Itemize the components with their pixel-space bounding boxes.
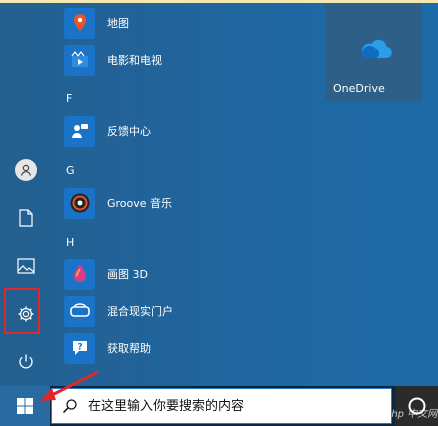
pictures-button[interactable] [7,247,45,285]
windows-start-button[interactable] [0,386,50,426]
user-account-button[interactable] [7,151,45,189]
app-label: 画图 3D [107,268,148,281]
document-icon [19,209,33,227]
map-pin-icon [64,7,95,39]
app-paint-3d[interactable]: 画图 3D [64,256,314,292]
headset-icon [64,295,95,327]
documents-button[interactable] [7,199,45,237]
app-feedback-hub[interactable]: 反馈中心 [64,113,314,149]
power-icon [19,354,33,369]
help-chat-icon: ? [64,332,95,364]
taskbar-search-box[interactable] [51,388,392,424]
power-button[interactable] [7,343,45,381]
app-maps[interactable]: 地图 [64,5,314,41]
search-icon [62,399,77,414]
film-play-icon [64,44,95,76]
section-header-h: H [66,236,75,249]
onedrive-tile[interactable]: OneDrive [325,3,422,101]
search-input[interactable] [86,397,380,415]
section-header-g: G [66,164,75,177]
app-movies-tv[interactable]: 电影和电视 [64,42,314,78]
paint-drop-icon [64,258,95,290]
app-get-help[interactable]: ? 获取帮助 [64,330,314,366]
tile-label: OneDrive [333,82,385,95]
feedback-person-icon [64,115,95,147]
settings-highlight-box [4,288,40,334]
app-groove-music[interactable]: Groove 音乐 [64,185,314,221]
section-header-f: F [66,92,73,105]
app-label: 获取帮助 [107,342,151,355]
app-label: 反馈中心 [107,125,151,138]
windows-logo-icon [17,398,33,414]
app-label: 地图 [107,17,129,30]
app-mixed-reality-portal[interactable]: 混合现实门户 [64,293,314,329]
app-label: Groove 音乐 [107,197,173,210]
pictures-icon [17,258,35,274]
svg-text:?: ? [77,343,82,353]
app-label: 电影和电视 [107,54,162,67]
groove-disc-icon [64,187,95,219]
watermark: php 中文网 [385,409,438,420]
user-avatar-icon [15,159,37,181]
app-label: 混合现实门户 [107,305,173,318]
cloud-icon [361,39,392,59]
